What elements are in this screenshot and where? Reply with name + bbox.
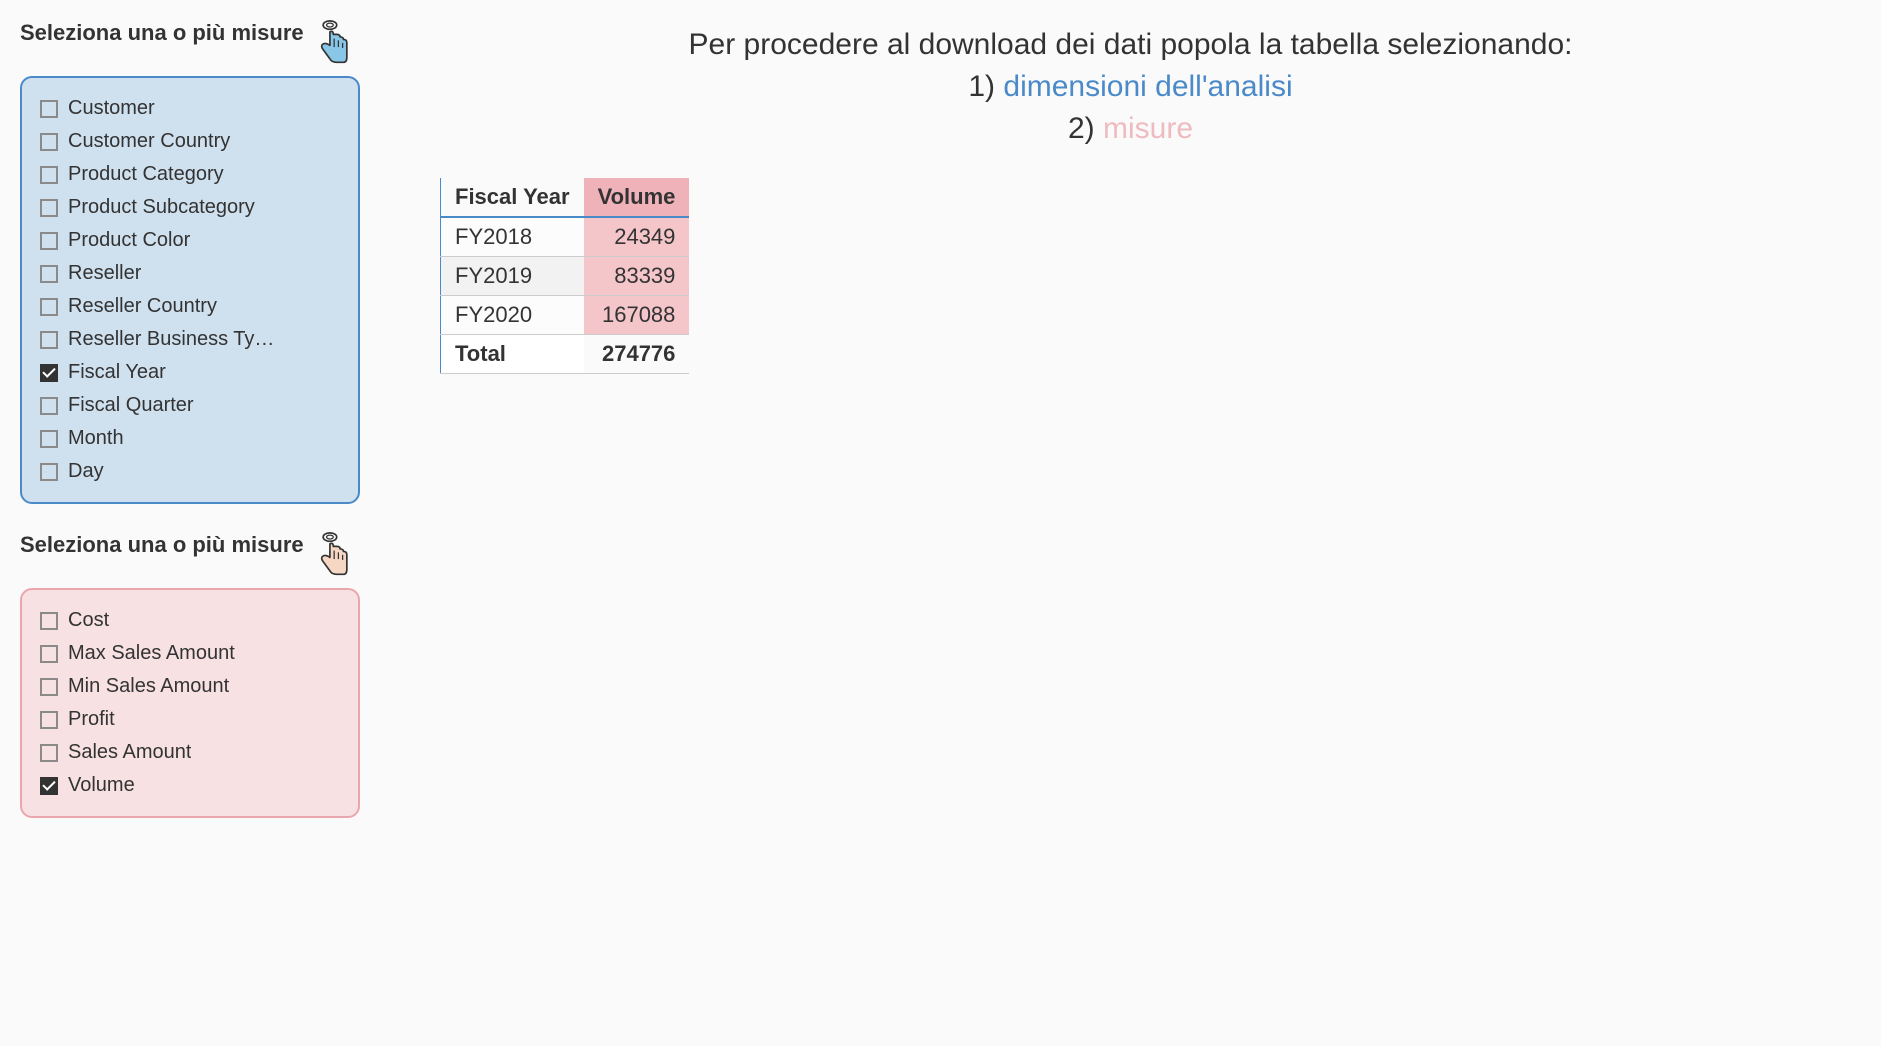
measure-item[interactable]: Sales Amount [34,736,346,769]
left-panel: Seleziona una o più misure CustomerCusto… [20,20,360,818]
row-value: 83339 [584,257,690,296]
checkbox-icon[interactable] [40,232,58,250]
dimensions-checkbox-list: Customer Customer Country Product Category… [20,76,360,504]
dimension-item[interactable]: Product Subcategory [34,191,346,224]
checkbox-icon[interactable] [40,397,58,415]
checkbox-icon[interactable] [40,744,58,762]
instructions-line3: 2) misure [400,108,1861,150]
dimension-item[interactable]: Month [34,422,346,455]
instructions-line2: 1) dimensioni dell'analisi [400,66,1861,108]
checkbox-icon[interactable] [40,430,58,448]
measures-link[interactable]: misure [1103,112,1193,145]
pointer-hand-icon [318,532,352,576]
checkbox-icon[interactable] [40,331,58,349]
pointer-hand-icon [318,20,352,64]
measure-item[interactable]: Volume [34,769,346,802]
dimension-item-label: Product Color [68,229,190,252]
dimension-item[interactable]: Day [34,455,346,488]
table-row[interactable]: FY201824349 [441,217,690,257]
checkbox-icon[interactable] [40,777,58,795]
checkbox-icon[interactable] [40,100,58,118]
measure-item-label: Profit [68,708,115,731]
checkbox-icon[interactable] [40,678,58,696]
dimension-item-label: Reseller Business Ty… [68,328,274,351]
dimension-item-label: Month [68,427,124,450]
measure-item[interactable]: Profit [34,703,346,736]
dimension-item-label: Customer Country [68,130,230,153]
dimension-item-label: Customer [68,97,155,120]
measures-checkbox-list: Cost Max Sales Amount Min Sales Amount Prof… [20,588,360,818]
results-table: Fiscal Year Volume FY201824349FY20198333… [440,178,689,374]
measure-item[interactable]: Max Sales Amount [34,637,346,670]
dimension-item[interactable]: Customer Country [34,125,346,158]
row-label: FY2018 [441,217,584,257]
checkbox-icon[interactable] [40,645,58,663]
checkbox-icon[interactable] [40,133,58,151]
total-label: Total [441,335,584,374]
dimension-item[interactable]: Product Color [34,224,346,257]
row-label: FY2020 [441,296,584,335]
total-value: 274776 [584,335,690,374]
checkbox-icon[interactable] [40,265,58,283]
table-row[interactable]: FY2020167088 [441,296,690,335]
checkbox-icon[interactable] [40,298,58,316]
measure-item[interactable]: Min Sales Amount [34,670,346,703]
checkbox-icon[interactable] [40,364,58,382]
dimension-item[interactable]: Customer [34,92,346,125]
dimension-item[interactable]: Reseller Business Ty… [34,323,346,356]
dimensions-link[interactable]: dimensioni dell'analisi [1003,70,1292,103]
checkbox-icon[interactable] [40,711,58,729]
checkbox-icon[interactable] [40,463,58,481]
checkbox-icon[interactable] [40,166,58,184]
dimensions-panel-title: Seleziona una o più misure [20,20,304,46]
row-value: 24349 [584,217,690,257]
instructions-text: Per procedere al download dei dati popol… [400,24,1861,150]
dimension-item[interactable]: Fiscal Quarter [34,389,346,422]
dimensions-panel-header: Seleziona una o più misure [20,20,360,64]
dimension-item-label: Product Subcategory [68,196,255,219]
table-total-row: Total274776 [441,335,690,374]
checkbox-icon[interactable] [40,612,58,630]
col-header-dimension[interactable]: Fiscal Year [441,178,584,217]
dimension-item-label: Day [68,460,104,483]
table-header-row: Fiscal Year Volume [441,178,690,217]
col-header-measure[interactable]: Volume [584,178,690,217]
dimension-item-label: Product Category [68,163,224,186]
measure-item[interactable]: Cost [34,604,346,637]
dimension-item-label: Reseller [68,262,141,285]
dimension-item[interactable]: Reseller Country [34,290,346,323]
row-value: 167088 [584,296,690,335]
dimension-item-label: Fiscal Quarter [68,394,194,417]
checkbox-icon[interactable] [40,199,58,217]
dimension-item-label: Fiscal Year [68,361,166,384]
table-row[interactable]: FY201983339 [441,257,690,296]
measure-item-label: Sales Amount [68,741,191,764]
dimension-item[interactable]: Reseller [34,257,346,290]
dimension-item-label: Reseller Country [68,295,217,318]
row-label: FY2019 [441,257,584,296]
right-panel: Per procedere al download dei dati popol… [400,20,1861,818]
measures-panel-title: Seleziona una o più misure [20,532,304,558]
main-container: Seleziona una o più misure CustomerCusto… [20,20,1861,818]
measures-panel-header: Seleziona una o più misure [20,532,360,576]
measure-item-label: Volume [68,774,135,797]
measure-item-label: Max Sales Amount [68,642,235,665]
instructions-line1: Per procedere al download dei dati popol… [400,24,1861,66]
dimension-item[interactable]: Product Category [34,158,346,191]
dimension-item[interactable]: Fiscal Year [34,356,346,389]
measure-item-label: Cost [68,609,109,632]
measure-item-label: Min Sales Amount [68,675,229,698]
